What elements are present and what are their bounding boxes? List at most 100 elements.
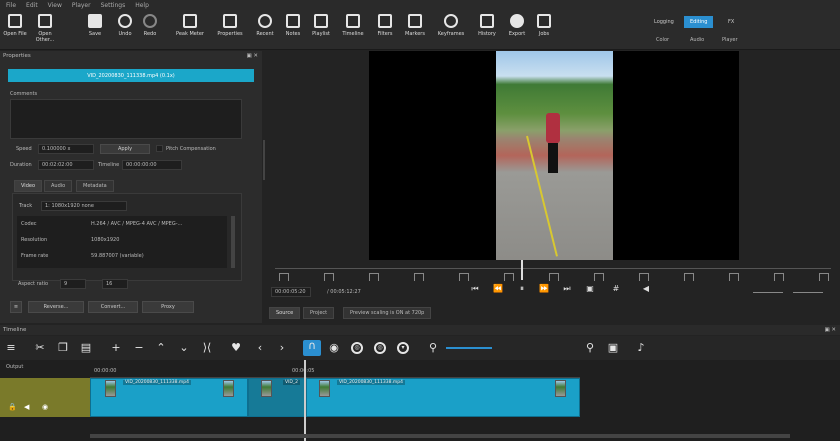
clip-title: VID_2 [283,380,300,385]
output-track-label: Output [6,364,24,370]
overwrite-icon[interactable]: ⌄ [178,342,190,354]
zoom-slider[interactable] [446,347,492,349]
prev-marker-icon[interactable]: ‹ [254,342,266,354]
timeline-menu-icon[interactable]: ≡ [5,342,17,354]
source-tab[interactable]: Source [269,307,301,319]
zoom-icon[interactable]: ▣ [585,284,595,294]
timeline-clip-selected[interactable]: VID_2 [248,378,306,417]
marker-icon[interactable]: ♥ [230,342,242,354]
notes-button[interactable]: Notes [278,14,308,37]
grid-icon[interactable]: # [611,284,621,294]
layout-logging-button[interactable]: Logging [648,16,680,28]
cut-icon[interactable]: ✂ [34,342,46,354]
paste-icon[interactable]: ▤ [80,342,92,354]
menu-file[interactable]: File [6,2,16,9]
timeline-playhead[interactable] [304,360,306,441]
record-audio-icon[interactable]: ♪ [635,342,647,354]
player-playhead[interactable] [521,260,523,280]
jobs-button[interactable]: Jobs [529,14,559,37]
timeline-clip[interactable]: VID_20200830_111338.mp4 [90,378,248,417]
skip-end-icon[interactable]: ⏭ [562,284,572,294]
markers-button[interactable]: Markers [400,14,430,37]
timeline-button[interactable]: Timeline [338,14,368,37]
duration-field[interactable]: 00:02:02:00 [38,160,94,170]
splitter-handle[interactable] [263,140,265,180]
properties-title: Properties [3,52,31,59]
layout-editing-button[interactable]: Editing [684,16,714,28]
timecode-field[interactable]: 00:00:05:20 [271,287,311,297]
menu-help[interactable]: Help [135,2,149,9]
properties-menu-button[interactable]: ≡ [10,301,22,313]
layout-fx-button[interactable]: FX [722,16,740,28]
recent-button[interactable]: Recent [250,14,280,37]
ripple-all-icon[interactable]: ◎ [374,342,386,354]
next-marker-icon[interactable]: › [276,342,288,354]
timeline-clip[interactable]: VID_20200830_111338.mp4 [306,378,580,417]
open-file-button[interactable]: Open File [0,14,30,37]
layout-audio-button[interactable]: Audio [690,37,704,43]
zoom-out-icon[interactable]: ⚲ [427,342,439,354]
ripple-markers-icon[interactable]: ▾ [397,342,409,354]
aspect-den-field[interactable]: 16 [102,279,128,289]
copy-icon[interactable]: ❐ [57,342,69,354]
history-icon [480,14,494,28]
tab-metadata[interactable]: Metadata [76,180,114,192]
mute-icon[interactable]: ◀ [24,403,29,411]
open-other-button[interactable]: Open Other... [30,14,60,43]
filters-button[interactable]: Filters [370,14,400,37]
properties-button[interactable]: Properties [215,14,245,37]
playlist-button[interactable]: Playlist [306,14,336,37]
player-scrubber[interactable] [275,268,831,282]
tab-video[interactable]: Video [14,180,43,192]
speed-field[interactable]: 0.100000 x [38,144,94,154]
info-scrollbar[interactable] [231,216,235,268]
timeline-close-icon[interactable]: ▣ ✕ [824,327,836,333]
panel-close-icon[interactable]: ▣ ✕ [246,53,258,59]
reverse-button[interactable]: Reverse... [28,301,84,313]
zoom-in-icon[interactable]: ⚲ [584,342,596,354]
history-button[interactable]: History [472,14,502,37]
zoom-fit-icon[interactable]: ▣ [607,342,619,354]
aspect-num-field[interactable]: 9 [60,279,86,289]
timeline-scrollbar[interactable] [90,434,790,438]
pitch-checkbox[interactable] [156,145,163,152]
convert-button[interactable]: Convert... [88,301,138,313]
scrubber-tick [774,273,784,281]
lock-icon[interactable]: 🔒 [8,403,17,411]
project-tab[interactable]: Project [303,307,335,319]
skip-start-icon[interactable]: ⏮ [470,284,480,294]
proxy-button[interactable]: Proxy [142,301,194,313]
menu-view[interactable]: View [48,2,62,9]
redo-button[interactable]: Redo [135,14,165,37]
peak-meter-button[interactable]: Peak Meter [175,14,205,37]
rewind-icon[interactable]: ⏪ [493,284,503,294]
remove-icon[interactable]: − [133,342,145,354]
volume-icon[interactable]: ◀ [641,284,651,294]
timeline-ruler[interactable]: 00:00:00 00:00:05 [90,360,580,378]
pause-icon[interactable]: ⏸ [517,284,527,294]
track-select[interactable]: 1: 1080x1920 none [41,201,127,211]
append-icon[interactable]: + [110,342,122,354]
layout-player-button[interactable]: Player [722,37,738,43]
comments-field[interactable] [10,99,242,139]
fast-forward-icon[interactable]: ⏩ [539,284,549,294]
ripple-icon[interactable]: ◎ [351,342,363,354]
menu-settings[interactable]: Settings [101,2,126,9]
save-button[interactable]: Save [80,14,110,37]
split-icon[interactable]: ⟩⟨ [201,342,213,354]
menu-player[interactable]: Player [72,2,91,9]
apply-button[interactable]: Apply [100,144,150,154]
lift-icon[interactable]: ⌃ [155,342,167,354]
timeline-pos-field[interactable]: 00:00:00:00 [122,160,182,170]
snap-icon[interactable]: ∩ [303,340,321,356]
keyframes-button[interactable]: Keyframes [436,14,466,37]
layout-color-button[interactable]: Color [656,37,669,43]
track-header[interactable]: 🔒 ◀ ◉ [0,378,90,417]
track-label: Track [19,203,33,209]
menu-edit[interactable]: Edit [26,2,38,9]
eye-icon[interactable]: ◉ [42,403,48,411]
aspect-label: Aspect ratio [18,281,49,287]
tab-audio[interactable]: Audio [44,180,73,192]
export-button[interactable]: Export [502,14,532,37]
scrub-icon[interactable]: ◉ [328,342,340,354]
